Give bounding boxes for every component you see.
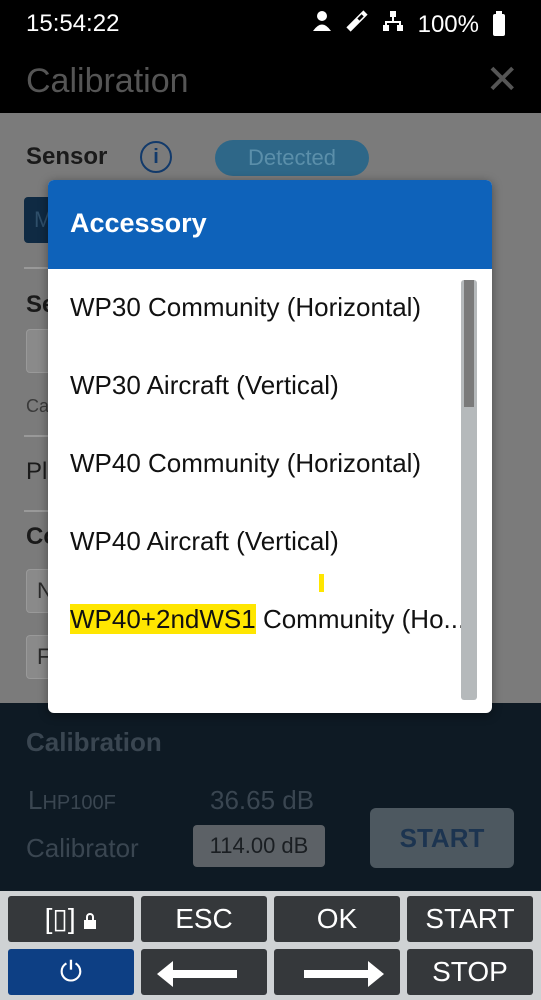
- power-icon: ⏻: [59, 956, 83, 987]
- start-key[interactable]: START: [407, 896, 533, 942]
- level-value: 36.65 dB: [210, 785, 315, 815]
- calibration-panel: Calibration LHP100F 36.65 dB Calibrator …: [0, 703, 541, 891]
- accessory-dialog: Accessory WP30 Community (Horizontal) WP…: [48, 180, 492, 713]
- dialog-title: Accessory: [70, 208, 207, 238]
- display-lock-icon: [▯]: [44, 903, 76, 934]
- scrollbar-thumb[interactable]: [464, 280, 474, 407]
- screen: 15:54:22 100% Calibration ✕ Sensor i Det…: [0, 0, 541, 1000]
- right-arrow-key[interactable]: [274, 949, 400, 995]
- list-item[interactable]: WP40+2ndWS1 Community (Ho...: [70, 604, 465, 635]
- arrow-left-icon: [157, 960, 237, 987]
- lock-icon: [84, 912, 97, 929]
- status-icons: 100%: [312, 10, 505, 39]
- status-time: 15:54:22: [26, 10, 120, 37]
- detected-badge: Detected: [215, 140, 369, 176]
- calibration-heading: Calibration: [26, 727, 162, 757]
- network-icon: [382, 10, 404, 39]
- close-icon[interactable]: ✕: [485, 60, 519, 100]
- text-cursor-mark: [319, 574, 324, 592]
- list-item[interactable]: WP40 Community (Horizontal): [70, 448, 470, 479]
- esc-key[interactable]: ESC: [141, 896, 267, 942]
- calibrator-value-field[interactable]: 114.00 dB: [193, 825, 325, 867]
- level-label-main: L: [28, 785, 43, 815]
- calibration-tool-icon: [346, 10, 368, 39]
- caption-label: Ca: [26, 396, 50, 416]
- battery-icon: [493, 10, 505, 36]
- level-label: LHP100F: [28, 785, 116, 816]
- display-lock-button[interactable]: [▯]: [8, 896, 134, 942]
- list-item[interactable]: WP30 Aircraft (Vertical): [70, 370, 470, 401]
- ok-key[interactable]: OK: [274, 896, 400, 942]
- search-highlight: WP40+2ndWS1: [70, 604, 256, 634]
- arrow-right-icon: [304, 960, 384, 987]
- row3-label: Pl: [26, 458, 48, 485]
- title-bar: Calibration ✕: [0, 50, 541, 113]
- hardware-keys: [▯] ESC OK START ⏻ STOP: [0, 891, 541, 1000]
- list-item-rest: Community (Ho...: [255, 604, 465, 634]
- sensor-label: Sensor: [26, 143, 108, 170]
- stop-key[interactable]: STOP: [407, 949, 533, 995]
- page-title: Calibration: [26, 62, 189, 100]
- left-arrow-key[interactable]: [141, 949, 267, 995]
- level-label-sub: HP100F: [42, 792, 116, 814]
- info-icon[interactable]: i: [140, 141, 172, 173]
- power-key[interactable]: ⏻: [8, 949, 134, 995]
- status-bar: 15:54:22 100%: [0, 0, 541, 50]
- calibrator-label: Calibrator: [26, 833, 139, 863]
- list-item[interactable]: WP40 Aircraft (Vertical): [70, 526, 470, 557]
- dialog-header: Accessory: [48, 180, 492, 269]
- battery-percent: 100%: [417, 10, 479, 38]
- person-icon: [312, 10, 332, 39]
- start-calibration-button[interactable]: START: [370, 808, 514, 868]
- list-item[interactable]: WP30 Community (Horizontal): [70, 292, 470, 323]
